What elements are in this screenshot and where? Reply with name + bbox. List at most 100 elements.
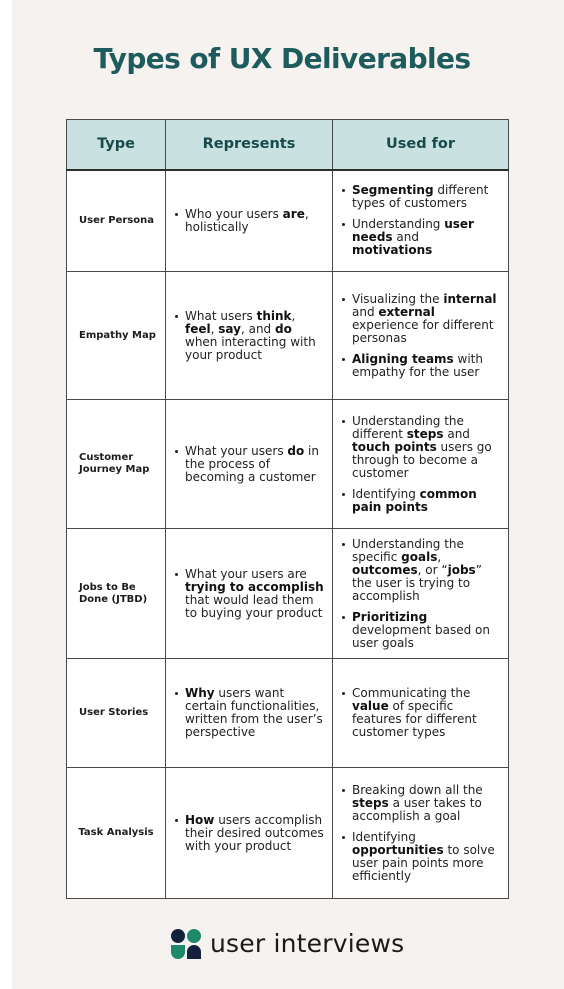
- bullet-list: Breaking down all the steps a user takes…: [341, 782, 502, 883]
- emphasis-text: trying to accomplish: [185, 579, 324, 594]
- text-segment: that would lead them to buying your prod…: [185, 592, 323, 620]
- emphasis-text: jobs: [447, 562, 476, 577]
- column-header-type: Type: [66, 119, 166, 171]
- emphasis-text: How: [185, 812, 215, 827]
- bullet-list: What your users do in the process of bec…: [174, 443, 326, 484]
- bullet-list: Understanding the specific goals, outcom…: [341, 537, 502, 650]
- emphasis-text: external: [378, 304, 435, 319]
- emphasis-text: opportunities: [352, 842, 444, 857]
- bullet-list: What your users are trying to accomplish…: [174, 566, 326, 620]
- text-segment: What your users: [185, 443, 288, 458]
- emphasis-text: internal: [443, 291, 497, 306]
- emphasis-text: outcomes: [352, 562, 418, 577]
- text-segment: Identifying: [352, 486, 420, 501]
- text-segment: Visualizing the: [352, 291, 444, 306]
- text-segment: and: [392, 230, 419, 245]
- deliverable-type: Empathy Map: [66, 271, 166, 400]
- logo-wordmark: user interviews: [210, 929, 405, 958]
- user-interviews-logo-icon: [171, 929, 202, 959]
- deliverables-table: Type Represents Used for User Persona Who…: [66, 119, 509, 899]
- text-segment: and: [352, 304, 379, 319]
- represents-cell: What your users are trying to accomplish…: [165, 528, 333, 659]
- table-row: Customer Journey Map What your users do i…: [66, 399, 509, 529]
- emphasis-text: feel: [185, 321, 211, 336]
- bullet-item: What users think, feel, say, and do when…: [174, 308, 326, 362]
- emphasis-text: steps: [406, 426, 444, 441]
- bullet-list: Understanding the different steps and to…: [341, 414, 502, 514]
- emphasis-text: think: [256, 308, 292, 323]
- logo-shape-navy-circle: [171, 929, 185, 943]
- represents-cell: What users think, feel, say, and do when…: [165, 271, 333, 400]
- text-segment: Identifying: [352, 829, 416, 844]
- bullet-list: How users accomplish their desired outco…: [174, 812, 326, 853]
- bullet-list: What users think, feel, say, and do when…: [174, 308, 326, 362]
- text-segment: What your users are: [185, 566, 307, 581]
- bullet-item: Communicating the value of specific feat…: [341, 687, 502, 739]
- emphasis-text: are: [282, 206, 305, 221]
- emphasis-text: value: [352, 699, 389, 713]
- bullet-item: Segmenting different types of customers: [341, 184, 502, 210]
- used-for-cell: Visualizing the internal and external ex…: [332, 271, 509, 400]
- represents-cell: How users accomplish their desired outco…: [165, 767, 333, 899]
- table-header-row: Type Represents Used for: [66, 119, 509, 171]
- brand-logo: user interviews: [171, 928, 404, 960]
- emphasis-text: Aligning teams: [352, 351, 454, 366]
- text-segment: , or “: [417, 562, 448, 577]
- table-row: User Stories Why users want certain funct…: [66, 658, 509, 768]
- bullet-item: What your users are trying to accomplish…: [174, 566, 326, 620]
- used-for-cell: Understanding the specific goals, outcom…: [332, 528, 509, 659]
- emphasis-text: steps: [352, 795, 389, 810]
- text-segment: Who your users: [185, 206, 283, 221]
- bullet-item: Who your users are, holistically: [174, 206, 326, 234]
- represents-cell: Who your users are, holistically: [165, 169, 333, 272]
- emphasis-text: goals: [401, 549, 438, 564]
- bullet-list: Segmenting different types of customers U…: [341, 184, 502, 257]
- bullet-item: Identifying common pain points: [341, 486, 502, 514]
- page-title: Types of UX Deliverables: [93, 42, 472, 75]
- deliverable-type: User Persona: [66, 169, 166, 272]
- emphasis-text: do: [287, 443, 305, 458]
- deliverable-type: Jobs to Be Done (JTBD): [66, 528, 166, 659]
- logo-shape-teal-circle: [187, 929, 201, 943]
- text-segment: experience for different personas: [352, 317, 494, 345]
- bullet-item: Understanding user needs and motivations: [341, 218, 502, 257]
- bullet-item: Why users want certain functionalities, …: [174, 687, 326, 739]
- text-segment: development based on user goals: [352, 622, 490, 650]
- bullet-list: Communicating the value of specific feat…: [341, 687, 502, 739]
- text-segment: Understanding: [352, 217, 445, 232]
- used-for-cell: Understanding the different steps and to…: [332, 399, 509, 529]
- emphasis-text: say: [218, 321, 241, 336]
- bullet-item: Aligning teams with empathy for the user: [341, 351, 502, 379]
- text-segment: and: [443, 426, 470, 441]
- bullet-list: Visualizing the internal and external ex…: [341, 291, 502, 379]
- bullet-list: Who your users are, holistically: [174, 206, 326, 234]
- deliverable-type: Customer Journey Map: [66, 399, 166, 529]
- bullet-item: Understanding the different steps and to…: [341, 414, 502, 480]
- column-header-represents: Represents: [165, 119, 333, 171]
- deliverable-type: User Stories: [66, 658, 166, 768]
- used-for-cell: Breaking down all the steps a user takes…: [332, 767, 509, 899]
- bullet-item: How users accomplish their desired outco…: [174, 812, 326, 853]
- emphasis-text: motivations: [352, 243, 433, 258]
- bullet-item: Identifying opportunities to solve user …: [341, 829, 502, 883]
- bullet-item: Visualizing the internal and external ex…: [341, 291, 502, 345]
- text-segment: , and: [240, 321, 275, 336]
- logo-shape-teal-cup: [171, 945, 185, 959]
- bullet-item: Breaking down all the steps a user takes…: [341, 782, 502, 823]
- text-segment: ,: [437, 549, 442, 564]
- table-row: Task Analysis How users accomplish their …: [66, 767, 509, 899]
- emphasis-text: Why: [185, 686, 215, 700]
- table-row: Jobs to Be Done (JTBD) What your users ar…: [66, 528, 509, 659]
- column-header-used-for: Used for: [332, 119, 509, 171]
- emphasis-text: do: [275, 321, 292, 336]
- bullet-list: Why users want certain functionalities, …: [174, 687, 326, 739]
- emphasis-text: Prioritizing: [352, 609, 428, 624]
- text-segment: ,: [291, 308, 296, 323]
- text-segment: when interacting with your product: [185, 334, 316, 362]
- deliverable-type: Task Analysis: [66, 767, 166, 899]
- text-segment: What users: [185, 308, 257, 323]
- text-segment: Breaking down all the: [352, 782, 483, 797]
- bullet-item: Understanding the specific goals, outcom…: [341, 537, 502, 603]
- table-row: Empathy Map What users think, feel, say, …: [66, 271, 509, 400]
- emphasis-text: Segmenting: [352, 183, 434, 198]
